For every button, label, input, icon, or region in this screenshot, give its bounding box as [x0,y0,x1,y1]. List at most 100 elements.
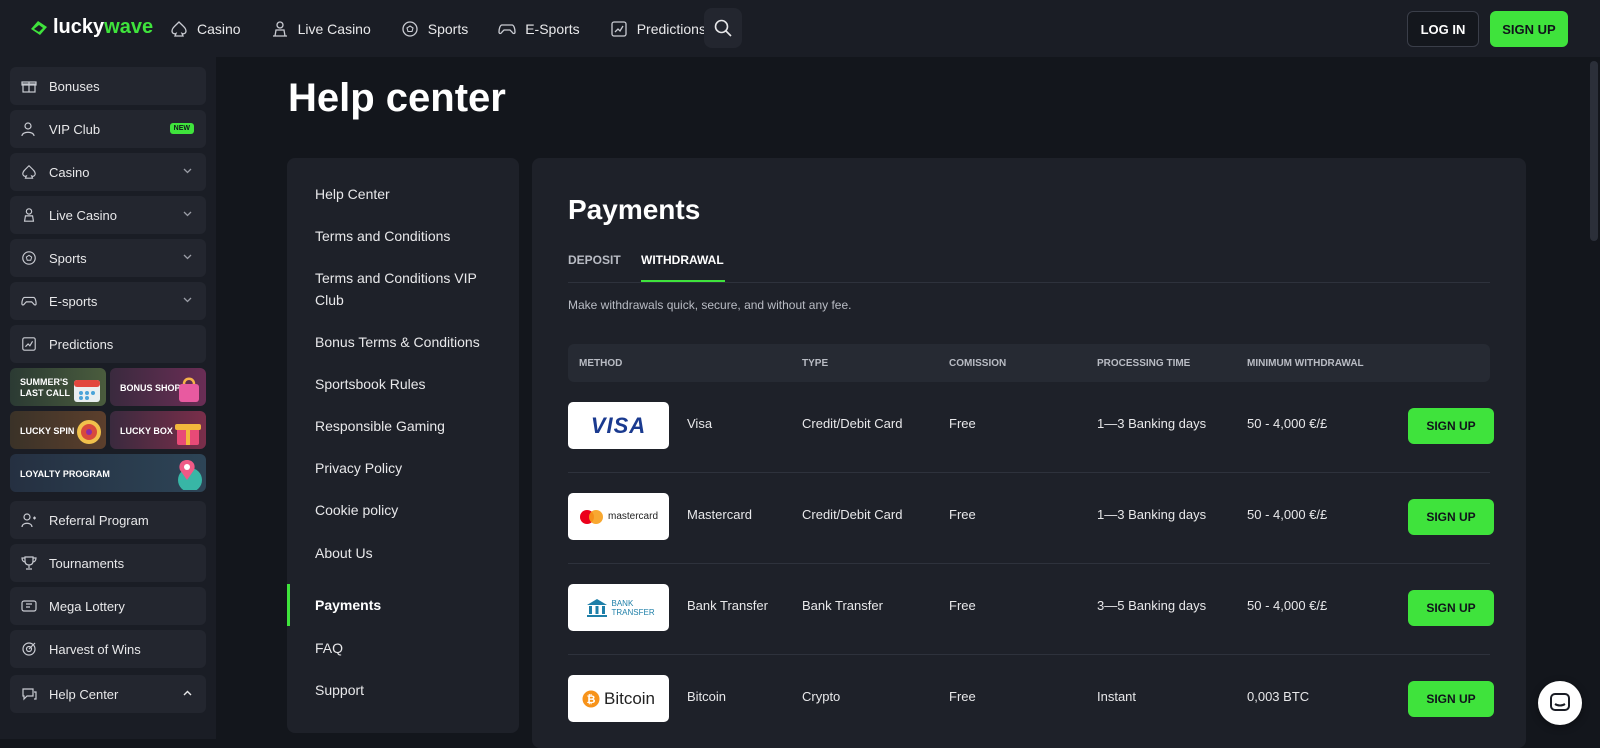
help-nav-item[interactable]: Support [315,679,505,701]
nav-predictions[interactable]: Predictions [610,20,706,38]
promo-lucky-box[interactable]: LUCKY BOX [110,411,206,449]
gift-icon [21,81,37,93]
mastercard-logo-text: mastercard [607,511,658,522]
method-name: Visa [687,416,713,431]
nav-esports[interactable]: E-Sports [498,20,580,38]
chevron-down-icon [183,211,192,217]
promo-loyalty-program[interactable]: LOYALTY PROGRAM [10,454,206,492]
nav-label: Live Casino [297,20,371,37]
payments-panel: Payments DEPOSIT WITHDRAWAL Make withdra… [532,158,1526,748]
nav-casino[interactable]: Casino [170,20,241,38]
soccer-ball-icon [402,20,418,37]
help-nav-item[interactable]: Help Center [315,183,505,205]
tab-deposit[interactable]: DEPOSIT [568,253,621,267]
sidebar-item-label: E-sports [49,293,98,309]
map-pin-icon [178,460,202,490]
nav-sports[interactable]: Sports [401,20,468,38]
help-nav-item[interactable]: FAQ [315,637,505,659]
table-row: mastercard Mastercard Credit/Debit Card … [568,473,1494,564]
help-nav-item[interactable]: Privacy Policy [315,457,505,479]
nav-live-casino[interactable]: Live Casino [271,20,371,38]
section-subtitle: Make withdrawals quick, secure, and with… [568,298,852,312]
brand-logo[interactable]: lucky wave [28,16,153,39]
row-signup-button[interactable]: SIGN UP [1408,499,1494,535]
help-nav: Help Center Terms and Conditions Terms a… [287,158,519,733]
help-nav-item[interactable]: Terms and Conditions [315,225,505,247]
sidebar-item-live-casino[interactable]: Live Casino [10,196,206,234]
visa-logo-text: VISA [590,412,647,438]
brand-name-part1: lucky [53,16,105,38]
chevron-down-icon [183,168,192,174]
sidebar: Bonuses VIP Club NEW Casino Live Casino … [0,57,216,739]
new-badge: NEW [169,123,194,134]
search-button[interactable] [704,8,742,48]
minimum-withdrawal: 50 - 4,000 €/£ [1247,416,1328,431]
minimum-withdrawal: 50 - 4,000 €/£ [1247,507,1328,522]
method-commission: Free [949,416,976,431]
trophy-icon [21,556,37,570]
login-button[interactable]: LOG IN [1407,11,1479,47]
sidebar-item-casino[interactable]: Casino [10,153,206,191]
help-nav-item[interactable]: Cookie policy [315,499,505,521]
sidebar-item-label: Sports [49,250,87,266]
bank-transfer-logo: BANK TRANSFER [568,584,669,631]
search-icon [714,19,732,37]
chevron-up-icon [183,690,192,696]
mastercard-circles-icon [579,509,603,524]
sidebar-item-sports[interactable]: Sports [10,239,206,277]
bitcoin-coin-icon: ₿ [582,690,600,707]
method-type: Credit/Debit Card [802,416,903,431]
visa-logo: VISA [568,402,669,449]
help-nav-item[interactable]: Terms and Conditions VIP Club [315,267,495,311]
method-type: Crypto [802,689,841,704]
sidebar-item-help-center[interactable]: Help Center [10,675,206,713]
chevron-down-icon [183,254,192,260]
help-nav-item[interactable]: About Us [315,542,505,564]
help-nav-item[interactable]: Bonus Terms & Conditions [315,331,505,353]
chart-icon [22,337,36,351]
bitcoin-logo: ₿ Bitcoin [568,675,669,722]
sidebar-item-harvest-of-wins[interactable]: Harvest of Wins [10,630,206,668]
sidebar-item-tournaments[interactable]: Tournaments [10,544,206,582]
bank-transfer-logo-text: BANK TRANSFER [611,598,655,617]
method-commission: Free [949,507,976,522]
sidebar-item-mega-lottery[interactable]: Mega Lottery [10,587,206,625]
sidebar-item-vip-club[interactable]: VIP Club NEW [10,110,206,148]
sidebar-item-predictions[interactable]: Predictions [10,325,206,363]
method-commission: Free [949,689,976,704]
tab-active-underline [641,280,725,282]
sidebar-item-label: Referral Program [49,512,149,528]
method-name: Bitcoin [687,689,727,704]
spade-icon [171,20,187,37]
column-header: PROCESSING TIME [1097,358,1191,369]
row-signup-button[interactable]: SIGN UP [1408,590,1494,626]
promo-summers-last-call[interactable]: SUMMER'S LAST CALL [10,368,106,406]
page-scrollbar[interactable] [1588,57,1600,739]
sidebar-scrollbar[interactable] [208,57,216,739]
promo-bonus-shop[interactable]: BONUS SHOP [110,368,206,406]
minimum-withdrawal: 50 - 4,000 €/£ [1247,598,1328,613]
help-nav-item-active[interactable]: Payments [315,594,505,616]
help-nav-item[interactable]: Responsible Gaming [315,415,505,437]
row-signup-button[interactable]: SIGN UP [1408,681,1494,717]
sidebar-item-bonuses[interactable]: Bonuses [10,67,206,105]
chart-icon [611,20,627,37]
tab-withdrawal[interactable]: WITHDRAWAL [641,253,724,267]
row-signup-button[interactable]: SIGN UP [1408,408,1494,444]
sidebar-item-referral-program[interactable]: Referral Program [10,501,206,539]
sidebar-item-label: Casino [49,164,90,180]
help-nav-item[interactable]: Sportsbook Rules [315,373,505,395]
promo-lucky-spin[interactable]: LUCKY SPIN [10,411,106,449]
scrollbar-thumb[interactable] [1590,61,1598,241]
tab-divider [568,282,1490,283]
referral-icon [21,513,36,528]
chat-icon [22,688,37,701]
dealer-icon [272,20,287,37]
gift-box-icon [175,424,201,445]
gamepad-icon [498,23,516,34]
sidebar-item-esports[interactable]: E-sports [10,282,206,320]
sidebar-item-label: Bonuses [49,78,100,94]
signup-button[interactable]: SIGN UP [1490,11,1568,47]
live-chat-button[interactable] [1538,681,1582,725]
column-header: TYPE [802,358,829,369]
